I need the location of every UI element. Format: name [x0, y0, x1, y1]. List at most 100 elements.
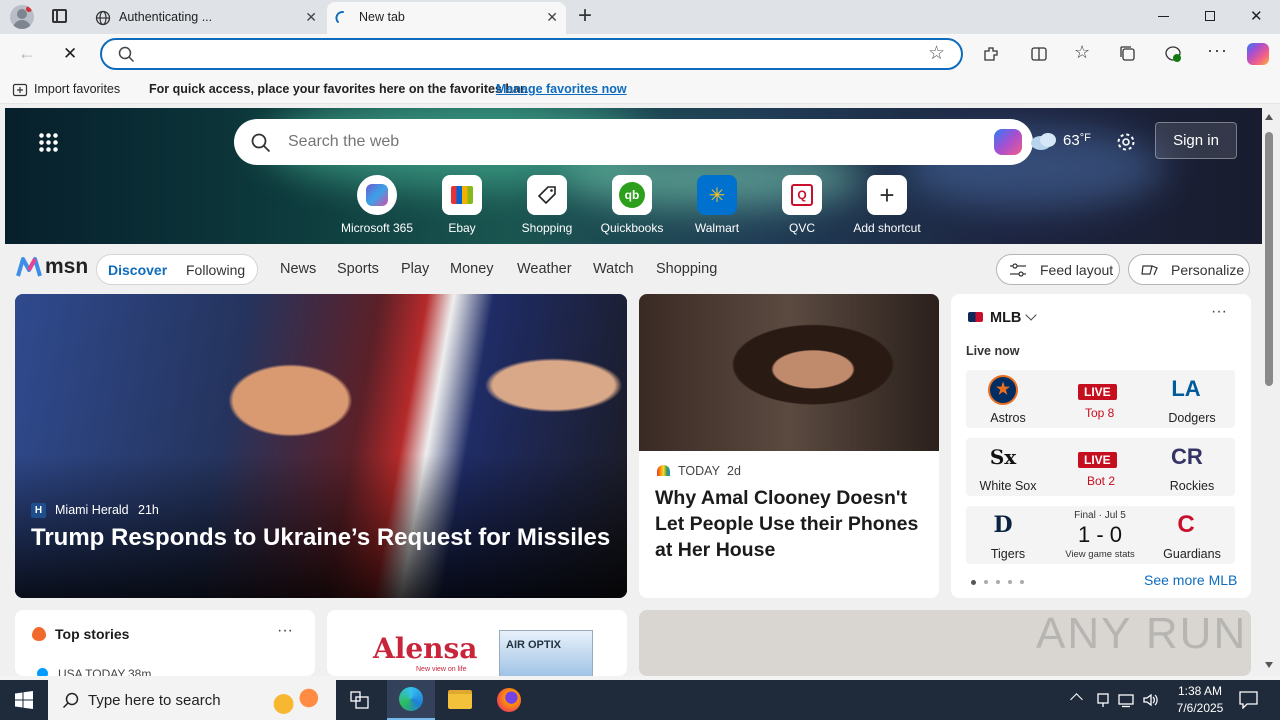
device-icon[interactable] — [1096, 692, 1110, 708]
tab-actions-icon[interactable] — [52, 9, 67, 23]
tab-strip: Authenticating ... ✕ New tab ✕ + ✕ — [0, 0, 1280, 34]
weather-temperature[interactable]: 63°F — [1063, 132, 1091, 149]
shortcut-qvc[interactable]: Q QVC — [762, 175, 842, 235]
news-headline[interactable]: Why Amal Clooney Doesn't Let People Use … — [655, 485, 925, 563]
nav-sports[interactable]: Sports — [337, 261, 379, 277]
shortcut-walmart[interactable]: ✳ Walmart — [677, 175, 757, 235]
game-row[interactable]: D Tigers Final · Jul 5 1 - 0 View game s… — [966, 506, 1235, 564]
tab-close-icon[interactable]: ✕ — [546, 9, 558, 26]
shortcut-microsoft-365[interactable]: Microsoft 365 — [337, 175, 417, 235]
carousel-dot[interactable] — [984, 580, 988, 584]
show-hidden-icons-icon[interactable] — [1070, 693, 1083, 706]
split-screen-icon[interactable] — [1030, 45, 1048, 63]
web-search-box[interactable] — [234, 119, 1033, 165]
ad-card[interactable]: Alensa New view on life AIR OPTIX — [327, 610, 627, 676]
more-options-icon[interactable]: ··· — [1211, 303, 1227, 321]
personalize-button[interactable]: Personalize — [1128, 254, 1250, 285]
nav-weather[interactable]: Weather — [517, 261, 572, 277]
browser-essentials-icon[interactable] — [1163, 44, 1183, 64]
game-detail: Bot 2 — [1087, 474, 1116, 488]
tab-discover[interactable]: Discover — [108, 262, 167, 278]
nav-watch[interactable]: Watch — [593, 261, 634, 277]
back-icon[interactable]: ← — [18, 43, 36, 64]
shortcut-label: Microsoft 365 — [340, 221, 414, 235]
clock-time[interactable]: 1:38 AM — [1173, 684, 1227, 698]
nav-shopping[interactable]: Shopping — [656, 261, 717, 277]
carousel-dot[interactable] — [996, 580, 1000, 584]
game-score: 1 - 0 — [1077, 522, 1123, 547]
extensions-icon[interactable] — [982, 45, 1000, 63]
settings-gear-icon[interactable] — [1116, 132, 1136, 152]
more-options-icon[interactable]: ··· — [277, 622, 293, 640]
nav-news[interactable]: News — [280, 261, 316, 277]
msn-logo[interactable]: msn — [16, 254, 88, 280]
windows-start-icon[interactable] — [15, 691, 33, 709]
volume-icon[interactable] — [1142, 692, 1160, 708]
file-explorer-icon[interactable] — [448, 690, 472, 709]
shortcut-label: Walmart — [694, 221, 740, 235]
secondary-news-card[interactable]: TODAY 2d Why Amal Clooney Doesn't Let Pe… — [639, 294, 939, 598]
tab-close-icon[interactable]: ✕ — [305, 9, 317, 26]
see-more-mlb-link[interactable]: See more MLB — [1144, 572, 1237, 588]
shortcut-quickbooks[interactable]: qb Quickbooks — [592, 175, 672, 235]
profile-avatar-icon[interactable] — [10, 5, 34, 29]
game-row[interactable]: Sx White Sox LIVE Bot 2 CR Rockies — [966, 438, 1235, 496]
nav-money[interactable]: Money — [450, 261, 494, 277]
task-view-icon[interactable] — [350, 691, 369, 709]
story-source: USA TODAY — [58, 667, 126, 676]
top-stories-title[interactable]: Top stories — [55, 626, 129, 642]
game-row[interactable]: ★ Astros LIVE Top 8 LA Dodgers — [966, 370, 1235, 428]
carousel-dot[interactable] — [1020, 580, 1024, 584]
address-bar[interactable]: ☆ — [100, 38, 963, 70]
sign-in-button[interactable]: Sign in — [1155, 122, 1237, 159]
qvc-icon: Q — [782, 175, 822, 215]
favorite-star-icon[interactable]: ☆ — [928, 42, 945, 65]
ad-tagline: New view on life — [416, 666, 467, 673]
scrollbar[interactable] — [1262, 108, 1276, 676]
minimize-icon[interactable] — [1158, 16, 1169, 17]
shortcut-add[interactable]: + Add shortcut — [847, 175, 927, 235]
taskbar-search-box[interactable]: Type here to search — [48, 680, 336, 720]
address-input[interactable] — [148, 44, 908, 66]
apps-launcher-icon[interactable] — [38, 132, 58, 152]
tab-following[interactable]: Following — [186, 262, 245, 278]
shortcut-ebay[interactable]: Ebay — [422, 175, 502, 235]
copilot-icon[interactable] — [1247, 43, 1269, 65]
web-search-input[interactable] — [288, 131, 928, 153]
scroll-up-arrow[interactable] — [1265, 114, 1273, 120]
tab-authenticating[interactable]: Authenticating ... ✕ — [87, 2, 325, 34]
collections-icon[interactable] — [1119, 45, 1137, 63]
view-game-stats-link[interactable]: View game stats — [1058, 549, 1142, 560]
favorites-icon[interactable]: ☆ — [1074, 42, 1090, 63]
shortcut-shopping[interactable]: Shopping — [507, 175, 587, 235]
stop-loading-icon[interactable]: ✕ — [63, 44, 77, 64]
more-options-icon[interactable]: ··· — [1207, 40, 1228, 61]
tab-new-tab[interactable]: New tab ✕ — [327, 2, 566, 34]
clock-date[interactable]: 7/6/2025 — [1173, 701, 1227, 715]
copilot-search-icon[interactable] — [994, 129, 1022, 155]
top-stories-card: Top stories ··· USA TODAY 38m — [15, 610, 315, 676]
restore-icon[interactable] — [1205, 11, 1215, 21]
mlb-logo — [968, 312, 983, 322]
tab-title: New tab — [359, 10, 405, 24]
source-logo — [37, 668, 48, 676]
notifications-icon[interactable] — [1239, 691, 1258, 709]
nav-play[interactable]: Play — [401, 261, 429, 277]
team-name: Astros — [990, 411, 1026, 425]
firefox-icon[interactable] — [497, 688, 521, 712]
scroll-down-arrow[interactable] — [1265, 662, 1273, 668]
chevron-down-icon[interactable] — [1025, 309, 1037, 321]
manage-favorites-link[interactable]: Manage favorites now — [496, 82, 627, 96]
import-favorites-button[interactable]: Import favorites — [34, 82, 120, 96]
news-headline[interactable]: Trump Responds to Ukraine’s Request for … — [31, 524, 610, 552]
carousel-dot[interactable] — [1008, 580, 1012, 584]
edge-taskbar-icon[interactable] — [387, 680, 435, 720]
close-window-icon[interactable]: ✕ — [1250, 7, 1263, 25]
network-icon[interactable] — [1118, 692, 1134, 708]
new-tab-button[interactable]: + — [578, 2, 592, 30]
feed-layout-button[interactable]: Feed layout — [996, 254, 1120, 285]
carousel-dot[interactable] — [971, 580, 976, 585]
mlb-title[interactable]: MLB — [990, 310, 1021, 326]
scroll-thumb[interactable] — [1265, 132, 1273, 386]
main-news-card[interactable]: H Miami Herald 21h Trump Responds to Ukr… — [15, 294, 627, 598]
